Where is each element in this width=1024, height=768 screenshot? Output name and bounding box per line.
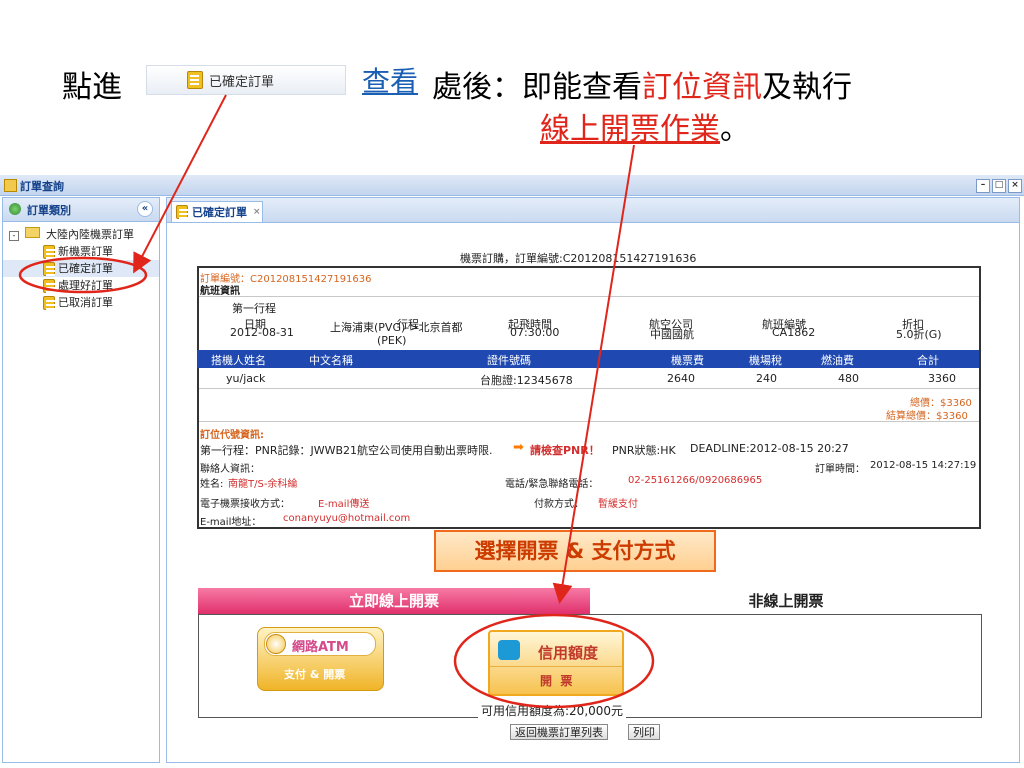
highlight-circle-sidebar [18,256,148,294]
arrow-to-credit [552,144,635,604]
annotation-overlay [18,94,655,709]
highlight-circle-credit [453,613,655,709]
arrow-to-sidebar [133,94,227,274]
